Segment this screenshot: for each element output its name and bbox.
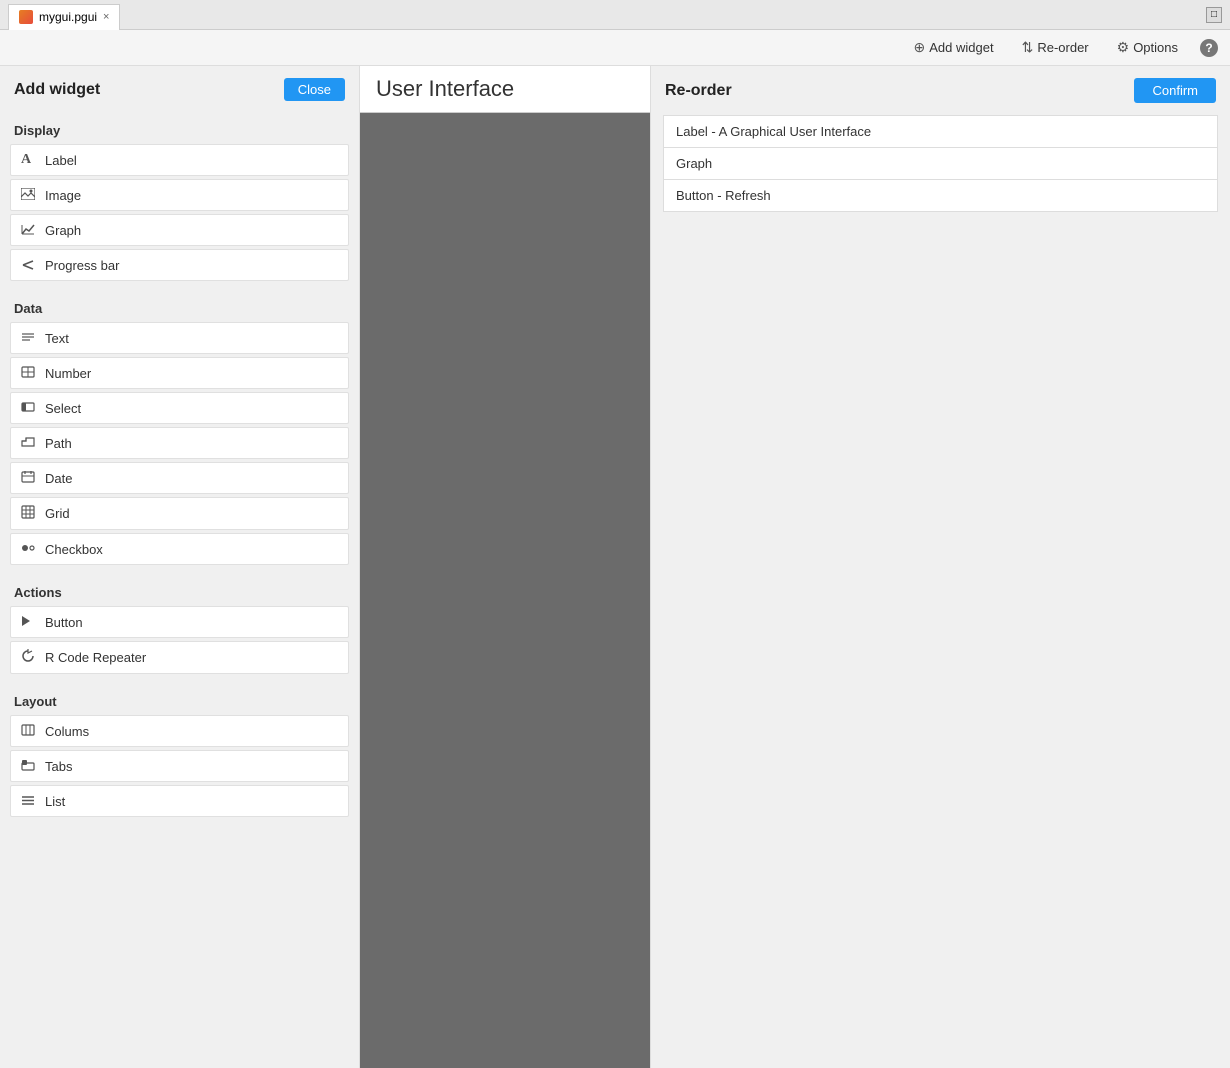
columns-icon bbox=[21, 723, 37, 739]
tab-close-button[interactable]: × bbox=[103, 11, 109, 23]
button-icon bbox=[21, 614, 37, 630]
widget-checkbox-label: Checkbox bbox=[45, 542, 103, 557]
reorder-panel: Re-order Confirm Label - A Graphical Use… bbox=[650, 66, 1230, 1068]
widget-path-label: Path bbox=[45, 436, 72, 451]
widget-progress-bar-text: Progress bar bbox=[45, 258, 119, 273]
widget-date[interactable]: Date bbox=[10, 462, 349, 494]
tab-icon bbox=[19, 10, 33, 24]
widget-image[interactable]: Image bbox=[10, 179, 349, 211]
widget-graph[interactable]: Graph bbox=[10, 214, 349, 246]
widget-select[interactable]: Select bbox=[10, 392, 349, 424]
path-icon bbox=[21, 435, 37, 451]
widget-graph-text: Graph bbox=[45, 223, 81, 238]
add-widget-button[interactable]: ⊕ Add widget bbox=[908, 35, 1000, 60]
date-icon bbox=[21, 470, 37, 486]
widget-r-code-repeater[interactable]: R Code Repeater bbox=[10, 641, 349, 674]
number-icon bbox=[21, 365, 37, 381]
widget-date-label: Date bbox=[45, 471, 72, 486]
reorder-item-0[interactable]: Label - A Graphical User Interface bbox=[663, 115, 1218, 148]
widget-r-code-repeater-label: R Code Repeater bbox=[45, 650, 146, 665]
widget-button-label: Button bbox=[45, 615, 83, 630]
reorder-title: Re-order bbox=[665, 82, 732, 100]
widget-tabs-label: Tabs bbox=[45, 759, 72, 774]
widget-columns-label: Colums bbox=[45, 724, 89, 739]
text-icon bbox=[21, 330, 37, 346]
preview-panel: User Interface bbox=[360, 66, 650, 1068]
window-maximize-button[interactable]: □ bbox=[1206, 7, 1222, 23]
reorder-list: Label - A Graphical User Interface Graph… bbox=[651, 115, 1230, 212]
options-label: Options bbox=[1133, 40, 1178, 55]
reorder-button[interactable]: ⇅ Re-order bbox=[1016, 35, 1095, 60]
section-display-label: Display bbox=[0, 113, 359, 144]
tab-label: mygui.pgui bbox=[39, 10, 97, 24]
layout-widget-list: Colums Tabs List bbox=[0, 715, 359, 827]
section-layout-label: Layout bbox=[0, 684, 359, 715]
preview-title-text: User Interface bbox=[376, 76, 514, 101]
reorder-icon: ⇅ bbox=[1022, 39, 1034, 56]
options-icon: ⚙ bbox=[1117, 39, 1130, 56]
section-actions-label: Actions bbox=[0, 575, 359, 606]
list-icon bbox=[21, 793, 37, 809]
add-widget-icon: ⊕ bbox=[914, 39, 926, 56]
main-toolbar: ⊕ Add widget ⇅ Re-order ⚙ Options ? bbox=[0, 30, 1230, 66]
tabs-icon bbox=[21, 758, 37, 774]
add-widget-title: Add widget bbox=[14, 81, 100, 99]
widget-image-text: Image bbox=[45, 188, 81, 203]
close-panel-button[interactable]: Close bbox=[284, 78, 345, 101]
preview-title: User Interface bbox=[360, 66, 650, 113]
options-button[interactable]: ⚙ Options bbox=[1111, 35, 1184, 60]
widget-label[interactable]: A Label bbox=[10, 144, 349, 176]
display-widget-list: A Label Image Graph Progress bar bbox=[0, 144, 359, 291]
reorder-item-1[interactable]: Graph bbox=[663, 148, 1218, 180]
widget-text[interactable]: Text bbox=[10, 322, 349, 354]
label-icon: A bbox=[21, 152, 37, 168]
actions-widget-list: Button R Code Repeater bbox=[0, 606, 359, 684]
widget-path[interactable]: Path bbox=[10, 427, 349, 459]
widget-checkbox[interactable]: Checkbox bbox=[10, 533, 349, 565]
widget-progress-bar[interactable]: Progress bar bbox=[10, 249, 349, 281]
widget-columns[interactable]: Colums bbox=[10, 715, 349, 747]
window-controls: □ bbox=[1206, 7, 1222, 23]
confirm-button[interactable]: Confirm bbox=[1134, 78, 1216, 103]
reorder-label: Re-order bbox=[1037, 40, 1088, 55]
add-widget-panel: Add widget Close Display A Label Image G… bbox=[0, 66, 360, 1068]
add-widget-header: Add widget Close bbox=[0, 66, 359, 113]
progress-bar-icon bbox=[21, 257, 37, 273]
reorder-header: Re-order Confirm bbox=[651, 66, 1230, 115]
widget-button[interactable]: Button bbox=[10, 606, 349, 638]
tab-bar: mygui.pgui × □ bbox=[0, 0, 1230, 30]
widget-select-label: Select bbox=[45, 401, 81, 416]
add-widget-label: Add widget bbox=[929, 40, 993, 55]
widget-list[interactable]: List bbox=[10, 785, 349, 817]
widget-text-label: Text bbox=[45, 331, 69, 346]
r-code-repeater-icon bbox=[21, 649, 37, 666]
help-button[interactable]: ? bbox=[1200, 39, 1218, 57]
section-data-label: Data bbox=[0, 291, 359, 322]
widget-tabs[interactable]: Tabs bbox=[10, 750, 349, 782]
help-label: ? bbox=[1205, 41, 1212, 55]
widget-grid-label: Grid bbox=[45, 506, 70, 521]
image-icon bbox=[21, 187, 37, 203]
widget-number[interactable]: Number bbox=[10, 357, 349, 389]
grid-icon bbox=[21, 505, 37, 522]
select-icon bbox=[21, 400, 37, 416]
reorder-item-2[interactable]: Button - Refresh bbox=[663, 180, 1218, 212]
widget-list-label: List bbox=[45, 794, 65, 809]
graph-icon bbox=[21, 222, 37, 238]
data-widget-list: Text Number Select Path bbox=[0, 322, 359, 575]
main-content: Add widget Close Display A Label Image G… bbox=[0, 66, 1230, 1068]
widget-label-text: Label bbox=[45, 153, 77, 168]
checkbox-icon bbox=[21, 541, 37, 557]
widget-number-label: Number bbox=[45, 366, 91, 381]
widget-grid[interactable]: Grid bbox=[10, 497, 349, 530]
tab-mygui[interactable]: mygui.pgui × bbox=[8, 4, 120, 30]
